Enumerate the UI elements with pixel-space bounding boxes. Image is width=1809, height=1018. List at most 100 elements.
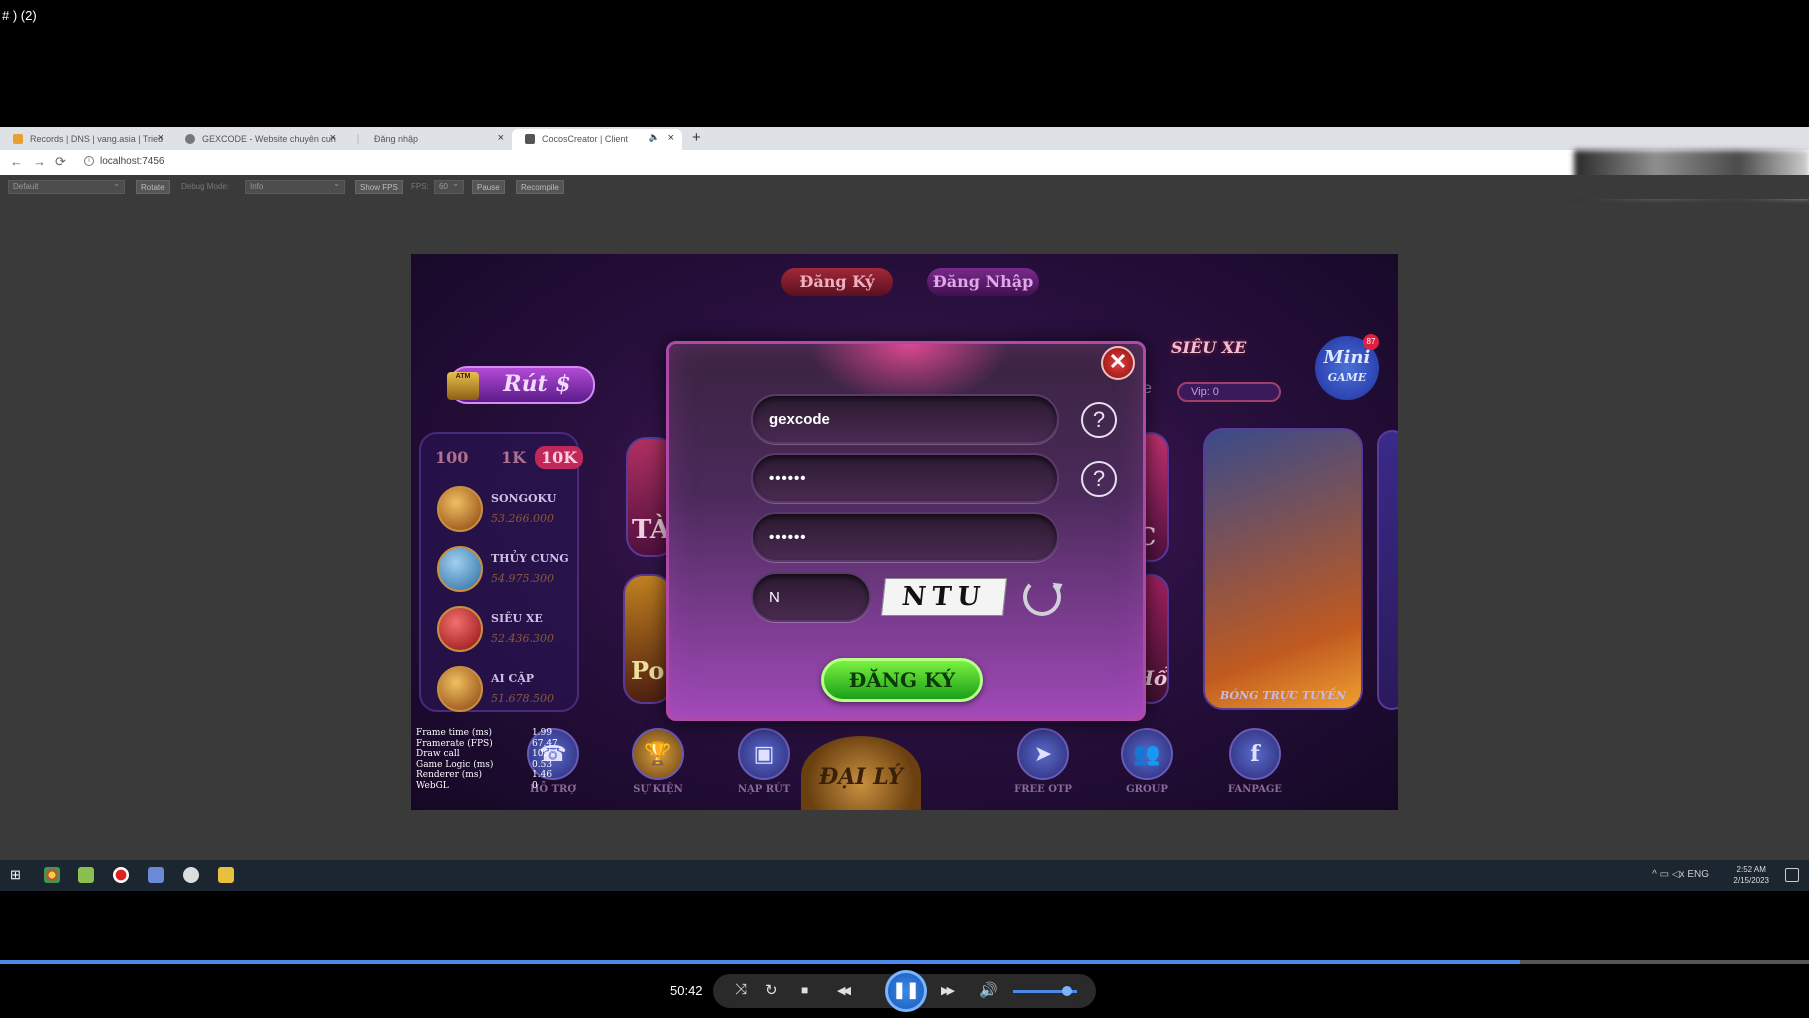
reload-icon[interactable]: ⟳ bbox=[55, 154, 66, 170]
file-explorer-icon[interactable] bbox=[218, 867, 234, 883]
mute-tab-icon[interactable]: 🔈 bbox=[649, 132, 660, 143]
close-tab-icon[interactable]: × bbox=[330, 132, 336, 144]
tab-strip: Records | DNS | vang.asia | Trieu × GEXC… bbox=[0, 127, 1809, 150]
ai-cap-avatar bbox=[437, 666, 483, 712]
windows-taskbar: ⊞ ^ ▭ ◁x ENG 2:52 AM 2/15/2023 bbox=[0, 860, 1809, 891]
nav-free-otp[interactable]: ➤ FREE OTP bbox=[1003, 728, 1083, 808]
close-icon[interactable]: ✕ bbox=[1101, 346, 1135, 380]
cloudflare-icon bbox=[13, 134, 23, 144]
globe-icon bbox=[185, 134, 195, 144]
group-icon: 👥 bbox=[1121, 728, 1173, 780]
debug-mode-select[interactable]: Info bbox=[245, 179, 345, 194]
debug-stats: Frame time (ms) 1.99 Framerate (FPS) 67.47… bbox=[416, 728, 558, 791]
stop-icon[interactable]: ■ bbox=[801, 983, 808, 997]
facebook-icon: f bbox=[1229, 728, 1281, 780]
jackpot-row[interactable]: SONGOKU 53.266.000 bbox=[437, 486, 577, 536]
pause-button[interactable]: Pause bbox=[472, 180, 505, 194]
debug-mode-label: Debug Mode: bbox=[181, 182, 230, 191]
confirm-password-field[interactable]: •••••• bbox=[751, 512, 1059, 562]
site-info-icon[interactable]: i bbox=[84, 156, 94, 166]
windows-start-icon[interactable]: ⊞ bbox=[10, 867, 21, 883]
close-tab-icon[interactable]: × bbox=[498, 132, 504, 144]
jackpot-row[interactable]: SIÊU XE 52.436.300 bbox=[437, 606, 577, 656]
jackpot-row[interactable]: THỦY CUNG 54.975.300 bbox=[437, 546, 577, 596]
nav-su-kien[interactable]: 🏆 SỰ KIỆN bbox=[618, 728, 698, 808]
taskbar-clock[interactable]: 2:52 AM 2/15/2023 bbox=[1733, 864, 1769, 886]
trophy-icon: 🏆 bbox=[632, 728, 684, 780]
volume-icon[interactable]: 🔊 bbox=[979, 981, 998, 999]
recorder-icon[interactable] bbox=[113, 867, 129, 883]
login-tab[interactable]: Đăng Nhập bbox=[927, 268, 1039, 296]
notepad-icon[interactable] bbox=[78, 867, 94, 883]
recompile-button[interactable]: Recompile bbox=[516, 180, 564, 194]
window-caption: # ) (2) bbox=[2, 8, 37, 23]
address-bar: ← → ⟳ i localhost:7456 bbox=[0, 150, 1809, 198]
back-icon[interactable]: ← bbox=[10, 154, 23, 169]
help-icon[interactable]: ? bbox=[1081, 461, 1117, 497]
rotate-button[interactable]: Rotate bbox=[136, 180, 170, 194]
jackpot-panel: 100 1K 10K SONGOKU 53.266.000 THỦY CUNG … bbox=[419, 432, 584, 712]
username-field[interactable]: gexcode bbox=[751, 394, 1059, 444]
player-controls: ⤨ ↻ ■ ◀◀ ❚❚ ▶▶ 🔊 bbox=[713, 970, 1096, 1012]
tab-cocos-creator[interactable]: CocosCreator | Client 🔈 × bbox=[512, 129, 682, 150]
wallet-icon: ▣ bbox=[738, 728, 790, 780]
jackpot-tab-10k[interactable]: 10K bbox=[535, 446, 584, 469]
video-progress-bar[interactable] bbox=[0, 960, 1809, 964]
close-tab-icon[interactable]: × bbox=[668, 132, 674, 144]
close-tab-icon[interactable]: × bbox=[158, 132, 164, 144]
repeat-icon[interactable]: ↻ bbox=[765, 981, 778, 999]
sieu-xe-avatar bbox=[437, 606, 483, 652]
browser-window: Records | DNS | vang.asia | Trieu × GEXC… bbox=[0, 127, 1809, 860]
thuy-cung-avatar bbox=[437, 546, 483, 592]
mini-game-badge: 87 bbox=[1363, 334, 1379, 350]
tab-records-dns[interactable]: Records | DNS | vang.asia | Trieu × bbox=[0, 129, 172, 150]
playback-time: 50:42 bbox=[670, 983, 703, 998]
pause-icon[interactable]: ❚❚ bbox=[885, 970, 927, 1012]
system-tray[interactable]: ^ ▭ ◁x ENG bbox=[1652, 869, 1709, 880]
register-submit-button[interactable]: ĐĂNG KÝ bbox=[821, 658, 983, 702]
password-field[interactable]: •••••• bbox=[751, 453, 1059, 503]
url-field[interactable]: localhost:7456 bbox=[100, 156, 165, 167]
volume-knob[interactable] bbox=[1062, 986, 1073, 996]
game-canvas[interactable]: Đăng Ký Đăng Nhập Rút $ ATM 100 1K 10K S… bbox=[411, 254, 1398, 810]
vip-badge: Vip: 0 bbox=[1177, 382, 1281, 402]
game-card-edge[interactable] bbox=[1377, 430, 1398, 710]
tab-gexcode[interactable]: GEXCODE - Website chuyên cun × bbox=[172, 129, 344, 150]
device-select[interactable]: Default bbox=[8, 179, 125, 194]
nav-fanpage[interactable]: f FANPAGE bbox=[1215, 728, 1295, 808]
dai-ly-button[interactable]: ĐẠI LÝ bbox=[801, 736, 921, 810]
video-progress-fill bbox=[0, 960, 1520, 964]
sieu-xe-logo[interactable]: SIÊU XE bbox=[1163, 324, 1275, 380]
new-tab-button[interactable]: + bbox=[692, 129, 701, 146]
fast-forward-icon[interactable]: ▶▶ bbox=[941, 984, 955, 997]
jackpot-row[interactable]: AI CẬP 51.678.500 bbox=[437, 666, 577, 716]
fps-label: FPS: bbox=[411, 182, 429, 191]
register-tab[interactable]: Đăng Ký bbox=[781, 268, 893, 296]
jackpot-tab-1k[interactable]: 1K bbox=[501, 448, 526, 467]
page-icon bbox=[357, 134, 359, 144]
cocos-toolbar: Default Rotate Debug Mode: Info Show FPS… bbox=[0, 175, 1809, 199]
chrome-icon[interactable] bbox=[44, 867, 60, 883]
notification-icon[interactable] bbox=[1785, 868, 1799, 882]
songoku-avatar bbox=[437, 486, 483, 532]
help-icon[interactable]: ? bbox=[1081, 402, 1117, 438]
telegram-icon: ➤ bbox=[1017, 728, 1069, 780]
clock-app-icon[interactable] bbox=[183, 867, 199, 883]
jackpot-tab-100[interactable]: 100 bbox=[435, 448, 468, 467]
show-fps-button[interactable]: Show FPS bbox=[355, 180, 403, 194]
fps-input[interactable]: 60 bbox=[434, 179, 464, 194]
nav-nap-rut[interactable]: ▣ NẠP RÚT bbox=[724, 728, 804, 808]
nav-group[interactable]: 👥 GROUP bbox=[1107, 728, 1187, 808]
atm-icon: ATM bbox=[447, 372, 479, 400]
captcha-image: NTU bbox=[881, 578, 1007, 616]
game-card-bong-truc-tuyen[interactable]: BÓNG TRỰC TUYẾN bbox=[1203, 428, 1363, 710]
tab-dang-nhap[interactable]: Đăng nhập × bbox=[344, 129, 512, 150]
captcha-input[interactable]: N bbox=[751, 572, 871, 622]
shuffle-icon[interactable]: ⤨ bbox=[735, 981, 747, 998]
cocos-icon bbox=[525, 134, 535, 144]
register-dialog: ✕ gexcode ? •••••• ? •••••• N NTU ĐĂNG K… bbox=[666, 341, 1146, 721]
app-icon[interactable] bbox=[148, 867, 164, 883]
refresh-icon[interactable] bbox=[1023, 578, 1061, 616]
rewind-icon[interactable]: ◀◀ bbox=[837, 984, 851, 997]
forward-icon[interactable]: → bbox=[33, 154, 46, 169]
